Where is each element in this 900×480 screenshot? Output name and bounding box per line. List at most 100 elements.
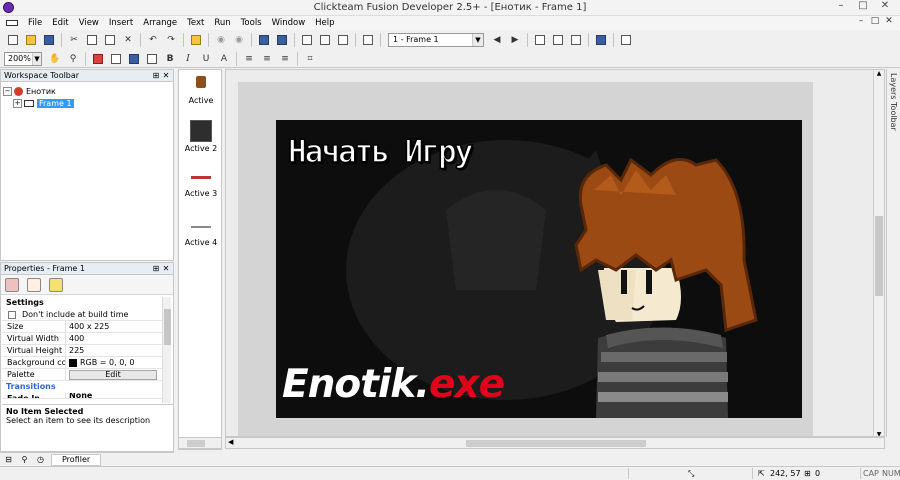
scroll-left-icon[interactable]: ◀ bbox=[228, 438, 233, 446]
window-mode-icon[interactable] bbox=[569, 34, 583, 47]
text-color-icon[interactable]: A bbox=[217, 52, 231, 65]
runtime-tab-icon[interactable] bbox=[27, 277, 41, 292]
frame-select[interactable]: 1 - Frame 1 ▼ bbox=[388, 33, 484, 47]
run-frame-icon[interactable] bbox=[619, 34, 633, 47]
event-editor-icon[interactable] bbox=[300, 34, 314, 47]
open-icon[interactable] bbox=[24, 34, 38, 47]
close-button[interactable]: ✕ bbox=[874, 0, 896, 14]
undo-icon[interactable]: ↶ bbox=[146, 34, 160, 47]
copy-icon[interactable] bbox=[85, 34, 99, 47]
scroll-up-icon[interactable]: ▲ bbox=[874, 70, 884, 77]
chevron-down-icon[interactable]: ▼ bbox=[32, 52, 41, 65]
italic-icon[interactable]: I bbox=[181, 52, 195, 65]
dont-include-row[interactable]: Don't include at build time bbox=[2, 309, 162, 321]
color-red-icon[interactable] bbox=[91, 52, 105, 65]
chevron-down-icon[interactable]: ▼ bbox=[472, 34, 483, 46]
tree-item-frame[interactable]: + Frame 1 bbox=[3, 97, 171, 109]
prop-value[interactable]: 400 x 225 bbox=[66, 321, 162, 332]
storyboard-icon[interactable] bbox=[257, 34, 271, 47]
maximize-button[interactable]: □ bbox=[852, 0, 874, 14]
properties-scrollbar[interactable] bbox=[162, 297, 171, 403]
game-logo[interactable]: Enotik.exe bbox=[282, 362, 505, 407]
pick-icon[interactable]: ⚲ bbox=[66, 52, 80, 65]
panel-close-icon[interactable]: ✕ bbox=[161, 263, 171, 274]
mdi-minimize-button[interactable]: – bbox=[854, 16, 868, 29]
scroll-thumb[interactable] bbox=[187, 440, 205, 447]
properties-icon[interactable] bbox=[361, 34, 375, 47]
menu-insert[interactable]: Insert bbox=[105, 18, 139, 28]
profiler-tab[interactable]: Profiler bbox=[51, 453, 102, 466]
zoom-select[interactable]: 200% ▼ bbox=[4, 51, 42, 66]
align-right-icon[interactable]: ≡ bbox=[278, 52, 292, 65]
shelf-item-active-2[interactable]: Active 2 bbox=[179, 120, 223, 153]
new-icon[interactable] bbox=[6, 34, 20, 47]
system-menu-icon[interactable] bbox=[6, 20, 18, 26]
frame-editor-icon[interactable] bbox=[275, 34, 289, 47]
search-icon[interactable]: ⚲ bbox=[19, 455, 30, 465]
shelf-item-active[interactable]: Active bbox=[179, 76, 223, 105]
grid-setup-icon[interactable] bbox=[533, 34, 547, 47]
layers-toolbar-tab[interactable]: Layers Toolbar bbox=[886, 69, 900, 437]
clock-icon[interactable]: ◷ bbox=[35, 455, 46, 465]
save-icon[interactable] bbox=[42, 34, 56, 47]
game-view[interactable]: Начать Игру Enotik.exe bbox=[276, 120, 802, 418]
forward-icon[interactable]: ◉ bbox=[232, 34, 246, 47]
stop-icon[interactable] bbox=[594, 34, 608, 47]
mdi-restore-button[interactable]: □ bbox=[868, 16, 882, 29]
shelf-scrollbar[interactable] bbox=[178, 437, 222, 449]
crop-icon[interactable]: ⌗ bbox=[303, 52, 317, 65]
previous-frame-icon[interactable]: ◀ bbox=[490, 34, 504, 47]
hand-icon[interactable]: ✋ bbox=[48, 52, 62, 65]
prop-row-virtual-width[interactable]: Virtual Width 400 bbox=[2, 333, 162, 345]
grid-toggle-icon[interactable] bbox=[551, 34, 565, 47]
editor-horizontal-scrollbar[interactable]: ◀ bbox=[225, 437, 885, 449]
editor-vertical-scrollbar[interactable]: ▲ ▼ bbox=[873, 70, 884, 436]
prop-value[interactable]: 400 bbox=[66, 333, 162, 344]
bold-icon[interactable]: B bbox=[163, 52, 177, 65]
align-center-icon[interactable]: ≡ bbox=[260, 52, 274, 65]
expand-icon[interactable]: + bbox=[13, 98, 22, 108]
pin-icon[interactable]: ⊞ bbox=[151, 263, 161, 274]
minimize-button[interactable]: – bbox=[830, 0, 852, 14]
next-frame-icon[interactable]: ▶ bbox=[508, 34, 522, 47]
redo-icon[interactable]: ↷ bbox=[164, 34, 178, 47]
transitions-section[interactable]: Transitions bbox=[2, 381, 162, 393]
align-left-icon[interactable]: ≡ bbox=[242, 52, 256, 65]
menu-arrange[interactable]: Arrange bbox=[139, 18, 183, 28]
help-icon[interactable] bbox=[189, 34, 203, 47]
menu-view[interactable]: View bbox=[75, 18, 105, 28]
scroll-thumb[interactable] bbox=[466, 440, 646, 447]
prop-value[interactable]: 225 bbox=[66, 345, 162, 356]
shelf-item-active-4[interactable]: Active 4 bbox=[179, 226, 223, 247]
about-tab-icon[interactable] bbox=[49, 277, 63, 292]
menu-text[interactable]: Text bbox=[183, 18, 210, 28]
menu-tools[interactable]: Tools bbox=[237, 18, 268, 28]
dont-include-checkbox[interactable] bbox=[8, 310, 16, 319]
prop-row-size[interactable]: Size 400 x 225 bbox=[2, 321, 162, 333]
palette-edit-button[interactable]: Edit bbox=[69, 369, 157, 380]
layout-icon[interactable]: ⊟ bbox=[3, 455, 14, 465]
tree-item-app[interactable]: − Енотик bbox=[3, 85, 171, 97]
prop-value[interactable]: None bbox=[66, 393, 162, 398]
prop-value[interactable]: RGB = 0, 0, 0 bbox=[66, 357, 162, 368]
back-icon[interactable]: ◉ bbox=[214, 34, 228, 47]
color-dark-icon[interactable] bbox=[127, 52, 141, 65]
mdi-close-button[interactable]: ✕ bbox=[882, 16, 896, 29]
collapse-icon[interactable]: − bbox=[3, 86, 12, 96]
scroll-thumb[interactable] bbox=[164, 309, 171, 345]
shelf-item-active-3[interactable]: Active 3 bbox=[179, 176, 223, 198]
menu-run[interactable]: Run bbox=[210, 18, 236, 28]
delete-icon[interactable]: ✕ bbox=[121, 34, 135, 47]
prop-row-palette[interactable]: Palette Edit bbox=[2, 369, 162, 381]
frame-area[interactable]: Начать Игру Enotik.exe bbox=[238, 82, 813, 436]
paste-icon[interactable] bbox=[103, 34, 117, 47]
prop-row-background-color[interactable]: Background color RGB = 0, 0, 0 bbox=[2, 357, 162, 369]
underline-icon[interactable]: U bbox=[199, 52, 213, 65]
settings-tab-icon[interactable] bbox=[5, 277, 19, 292]
prop-row-virtual-height[interactable]: Virtual Height 225 bbox=[2, 345, 162, 357]
menu-edit[interactable]: Edit bbox=[48, 18, 74, 28]
pin-icon[interactable]: ⊞ bbox=[151, 70, 161, 81]
menu-file[interactable]: File bbox=[24, 18, 48, 28]
scroll-thumb[interactable] bbox=[875, 216, 883, 296]
data-elements-icon[interactable] bbox=[336, 34, 350, 47]
